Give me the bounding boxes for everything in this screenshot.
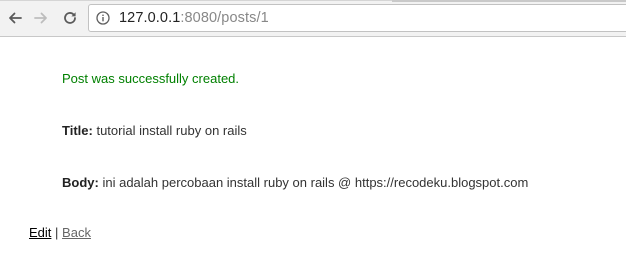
url-text[interactable]: 127.0.0.1:8080/posts/1 xyxy=(119,10,269,27)
browser-toolbar: 127.0.0.1:8080/posts/1 xyxy=(0,0,626,37)
action-links: Edit | Back xyxy=(29,225,91,240)
title-field: Title: tutorial install ruby on rails xyxy=(62,123,247,138)
forward-button[interactable] xyxy=(30,7,52,29)
reload-icon xyxy=(64,12,76,24)
url-host: 127.0.0.1 xyxy=(119,10,181,26)
reload-button[interactable] xyxy=(59,7,81,29)
info-icon[interactable] xyxy=(96,11,110,25)
title-value: tutorial install ruby on rails xyxy=(96,123,247,138)
address-bar[interactable]: 127.0.0.1:8080/posts/1 xyxy=(88,4,626,32)
url-path: :8080/posts/1 xyxy=(180,10,269,26)
link-separator: | xyxy=(55,225,59,240)
notice-message: Post was successfully created. xyxy=(62,71,240,86)
back-link[interactable]: Back xyxy=(62,225,91,240)
body-field: Body: ini adalah percobaan install ruby … xyxy=(62,175,528,190)
arrow-right-icon xyxy=(34,12,47,24)
arrow-left-icon xyxy=(9,12,22,24)
tab-edge xyxy=(392,0,626,2)
tab-strip-edge xyxy=(0,0,626,2)
title-label: Title: xyxy=(62,123,93,138)
edit-link[interactable]: Edit xyxy=(29,225,51,240)
page-content: Post was successfully created. Title: tu… xyxy=(0,37,626,275)
body-value: ini adalah percobaan install ruby on rai… xyxy=(102,175,529,190)
body-label: Body: xyxy=(62,175,99,190)
back-button[interactable] xyxy=(4,7,26,29)
